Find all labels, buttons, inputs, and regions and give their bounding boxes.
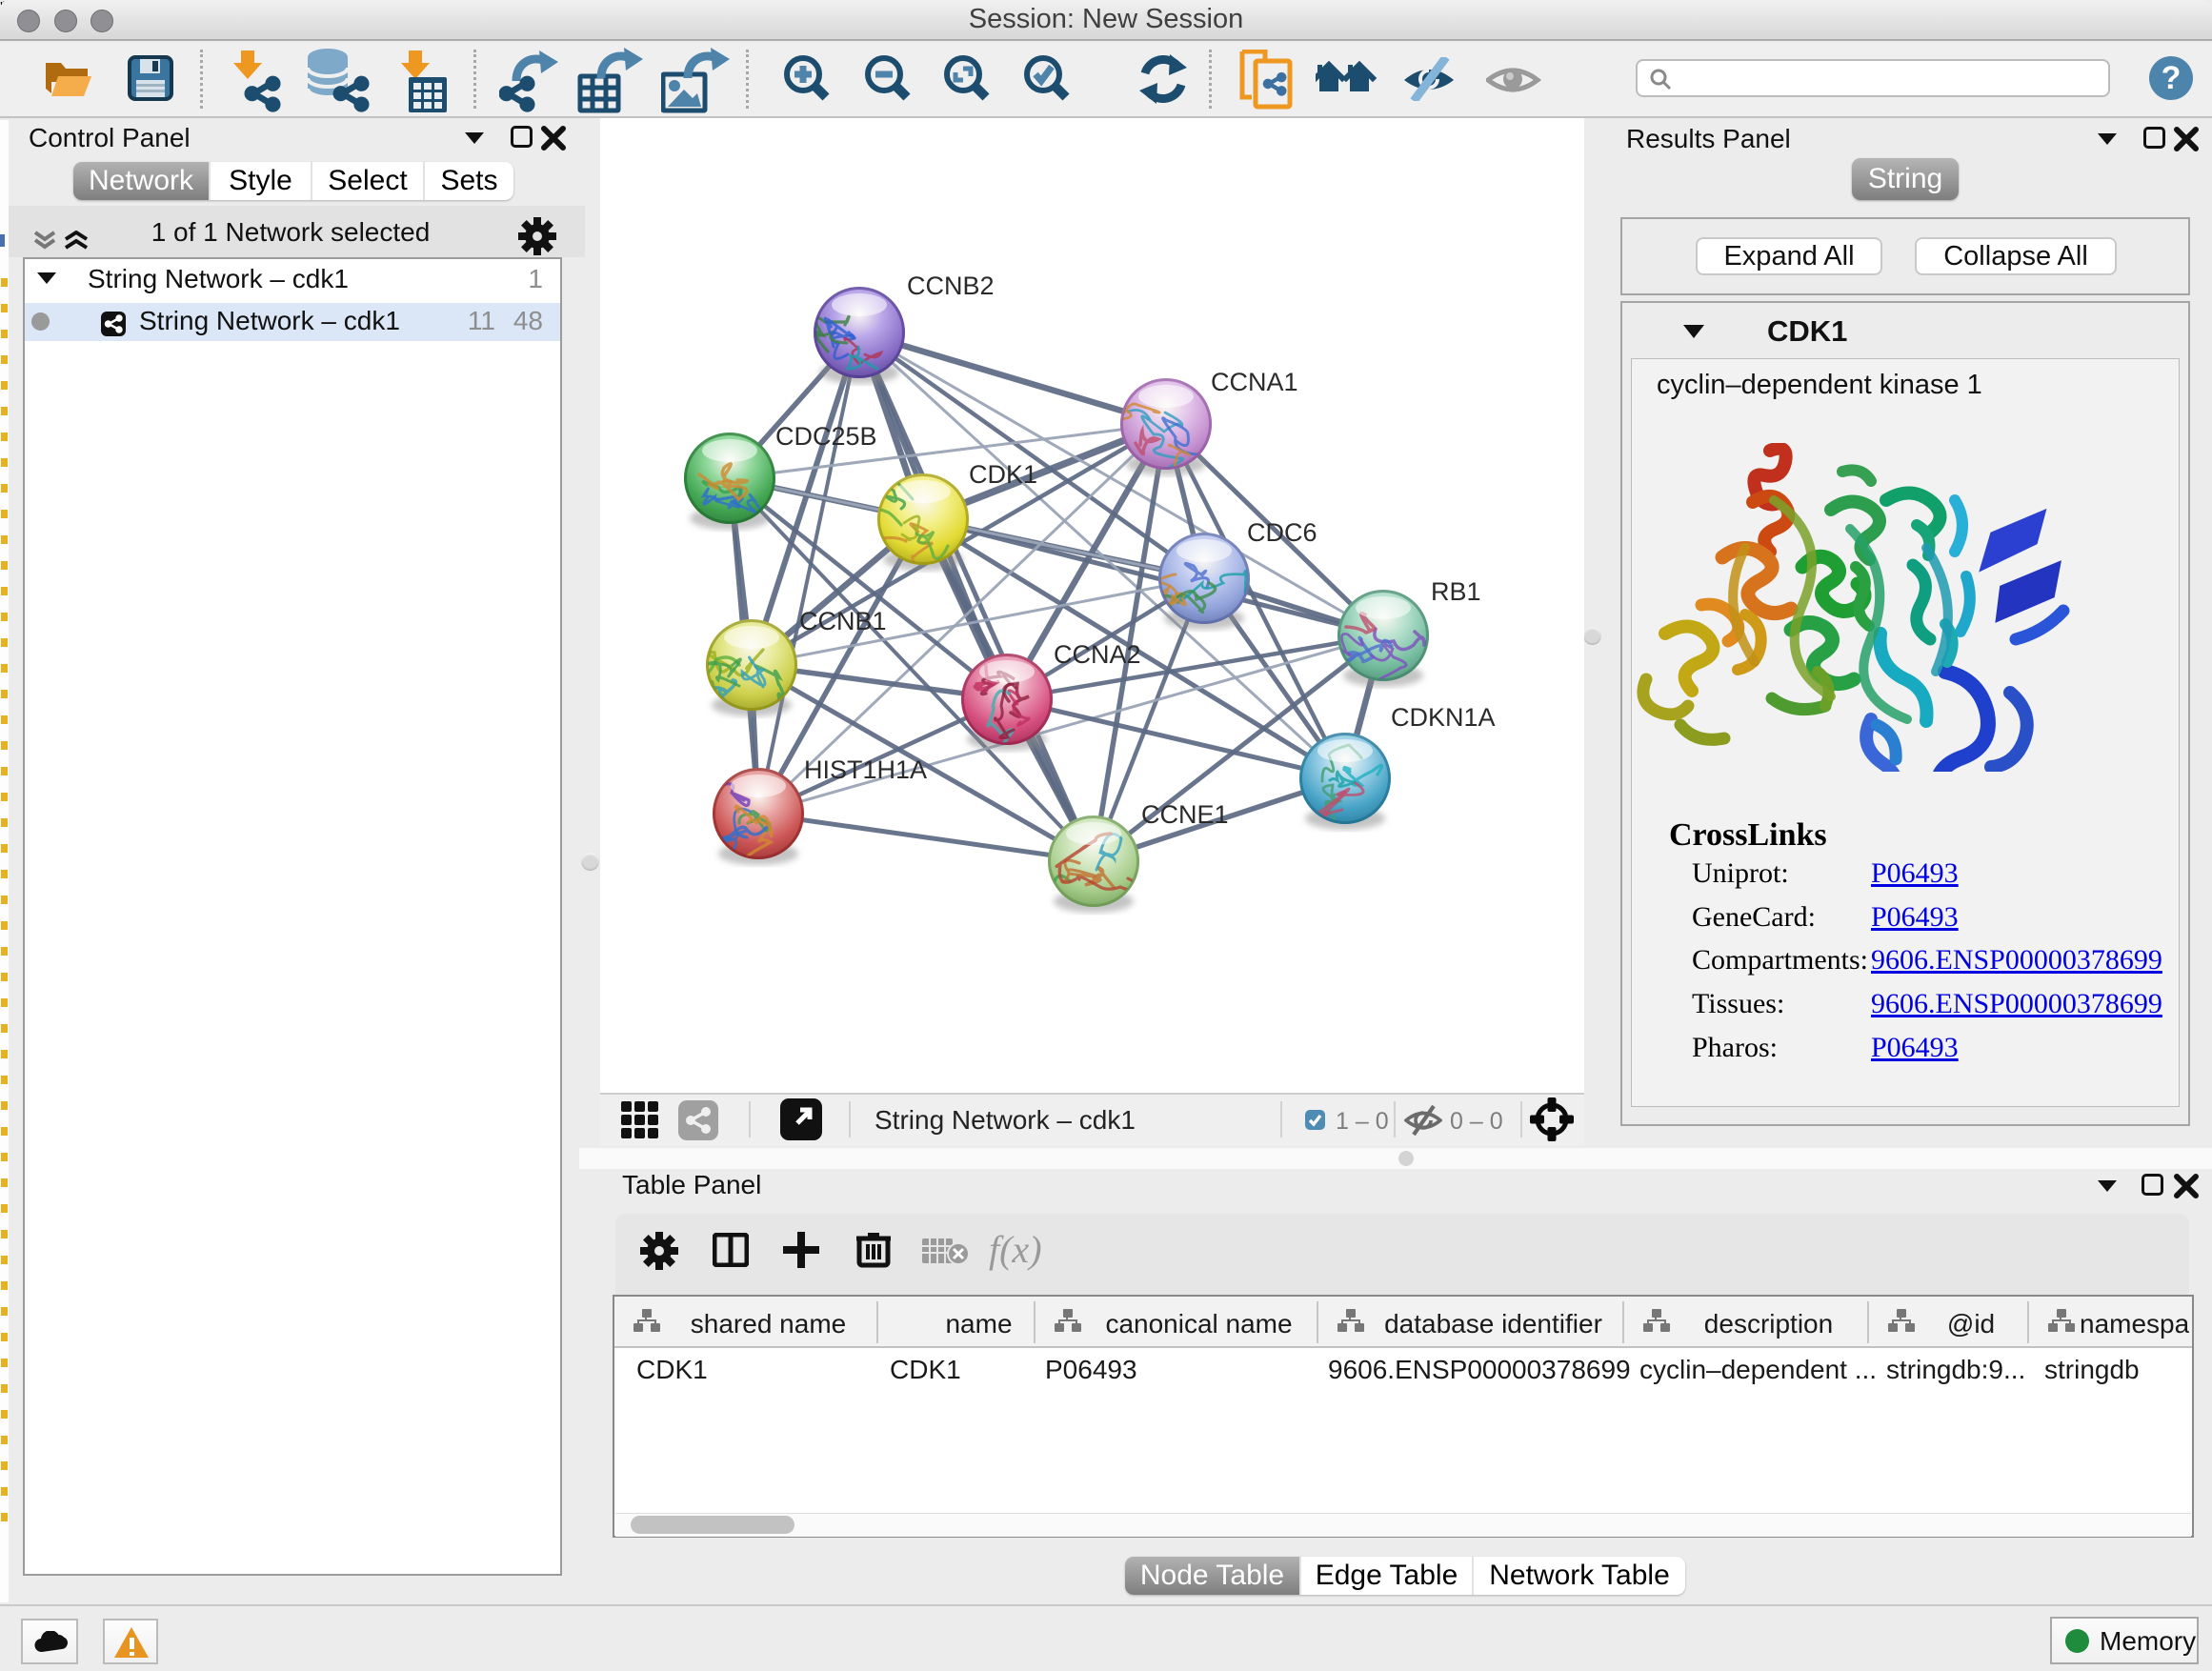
svg-text:CCNA1: CCNA1	[1211, 368, 1298, 396]
svg-text:CCNB2: CCNB2	[907, 272, 995, 300]
svg-text:CCNE1: CCNE1	[1141, 800, 1229, 829]
svg-text:CCNB1: CCNB1	[799, 607, 887, 635]
svg-text:CDC6: CDC6	[1247, 518, 1317, 547]
svg-text:HIST1H1A: HIST1H1A	[804, 755, 927, 784]
svg-text:CDKN1A: CDKN1A	[1391, 703, 1496, 732]
svg-text:RB1: RB1	[1431, 577, 1481, 606]
svg-text:CDK1: CDK1	[969, 460, 1037, 489]
svg-text:CCNA2: CCNA2	[1054, 640, 1141, 669]
svg-text:CDC25B: CDC25B	[775, 422, 877, 451]
